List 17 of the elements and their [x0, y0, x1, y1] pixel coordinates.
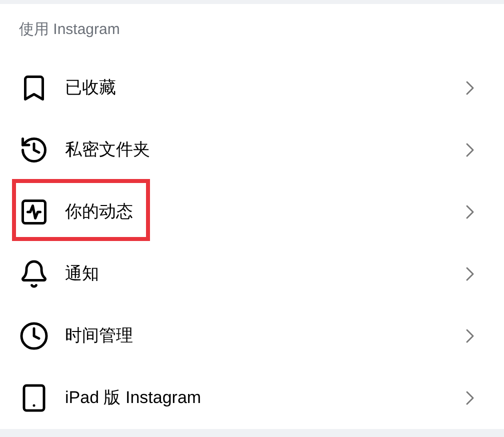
menu-item[interactable]: 你的动态	[0, 181, 504, 243]
history-icon	[19, 135, 49, 165]
bell-icon	[19, 259, 49, 289]
clock-icon	[19, 321, 49, 351]
menu-item[interactable]: iPad 版 Instagram	[0, 367, 504, 429]
activity-icon	[19, 197, 49, 227]
item-label: 时间管理	[65, 325, 134, 348]
item-label: 已收藏	[65, 77, 117, 100]
menu-item[interactable]: 通知	[0, 243, 504, 305]
item-label: 通知	[65, 263, 100, 286]
section-title: 使用 Instagram	[19, 20, 120, 40]
menu-item[interactable]: 私密文件夹	[0, 119, 504, 181]
menu-item[interactable]: 时间管理	[0, 305, 504, 367]
item-label: iPad 版 Instagram	[65, 387, 202, 410]
item-label: 私密文件夹	[65, 139, 151, 162]
item-label: 你的动态	[65, 201, 134, 224]
menu-item[interactable]: 已收藏	[0, 57, 504, 119]
